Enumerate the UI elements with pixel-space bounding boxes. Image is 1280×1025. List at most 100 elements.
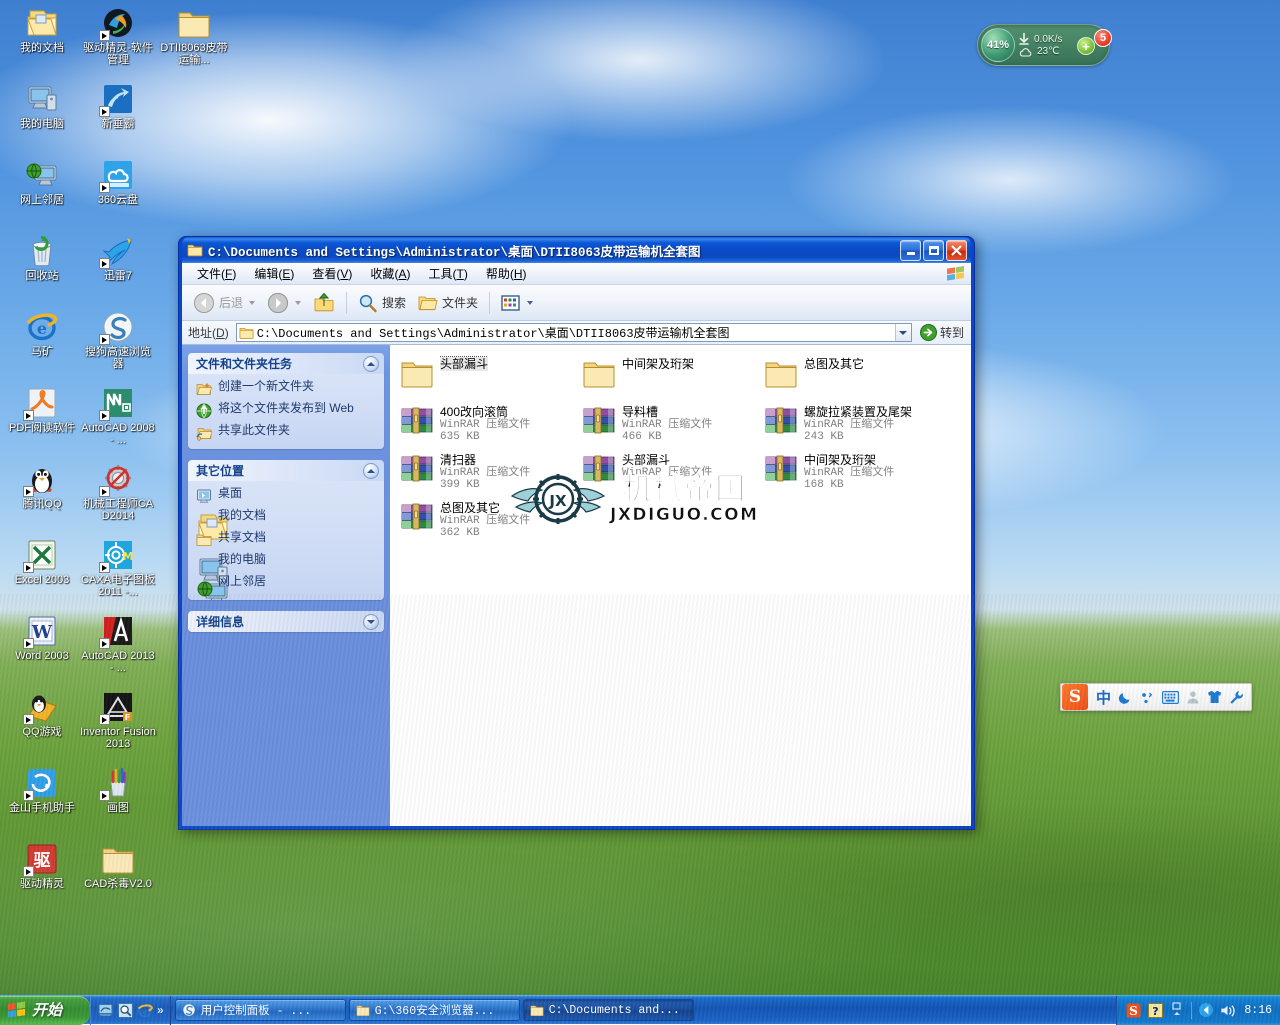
internet-explorer-icon[interactable]: e (137, 1002, 153, 1018)
netmon-add-button[interactable]: + (1077, 37, 1095, 55)
address-input[interactable]: C:\Documents and Settings\Administrator\… (235, 323, 912, 342)
task-pane-header[interactable]: 详细信息 (188, 611, 384, 632)
moon-icon[interactable] (1118, 690, 1133, 705)
views-caret-icon[interactable] (527, 300, 534, 305)
file-item[interactable]: 清扫器 WinRAR 压缩文件 399 KB (396, 449, 578, 495)
desktop-icon[interactable]: 网上邻居 (4, 158, 80, 224)
menu-item[interactable]: 编辑(E) (245, 263, 303, 284)
window-titlebar[interactable]: C:\Documents and Settings\Administrator\… (182, 237, 971, 263)
task-pane-link[interactable]: 共享文档 (196, 531, 376, 548)
forward-caret-icon[interactable] (295, 300, 302, 305)
desktop-background[interactable]: 我的文档 我的电脑 网上邻居 回收站 e 马矿 PDF阅读软件 腾讯QQ Excel 2003 W… (0, 0, 1280, 1025)
network-icon[interactable] (1198, 1002, 1214, 1018)
file-item[interactable]: 螺旋拉紧装置及尾架 WinRAR 压缩文件 243 KB (760, 401, 942, 447)
chevron-down-icon[interactable] (363, 613, 379, 630)
sogou-ime-toolbar[interactable]: S 中 (1060, 683, 1253, 711)
taskbar-clock[interactable]: 8:16 (1242, 1004, 1272, 1017)
explorer-window[interactable]: C:\Documents and Settings\Administrator\… (178, 236, 975, 830)
desktop-icon[interactable]: 搜狗高速浏览器 (80, 310, 156, 376)
task-pane-link[interactable]: 网上邻居 (196, 575, 376, 600)
file-item[interactable]: 总图及其它 WinRAR 压缩文件 362 KB (396, 497, 578, 543)
desktop-icon[interactable]: DTII8063皮带运输... (156, 6, 232, 72)
task-pane-link[interactable]: 将这个文件夹发布到 Web (196, 402, 376, 419)
file-item[interactable]: 导料槽 WinRAR 压缩文件 466 KB (578, 401, 760, 447)
desktop-icon[interactable]: e 马矿 (4, 310, 80, 376)
up-button[interactable] (308, 289, 340, 317)
maximize-button[interactable] (923, 239, 944, 261)
desktop-icon[interactable]: Excel 2003 (4, 538, 80, 604)
folder-item[interactable]: 总图及其它 (760, 353, 942, 399)
task-pane-header[interactable]: 文件和文件夹任务 (188, 353, 384, 374)
file-list[interactable]: 头部漏斗 中间架及珩架 总图及其它 400改向滚筒 WinRAR 压缩文件 635 KB… (390, 345, 971, 826)
file-item[interactable]: 400改向滚筒 WinRAR 压缩文件 635 KB (396, 401, 578, 447)
menu-item[interactable]: 工具(T) (419, 263, 476, 284)
keyboard-icon[interactable] (1162, 690, 1180, 704)
file-item[interactable]: 中间架及珩架 WinRAR 压缩文件 168 KB (760, 449, 942, 495)
back-caret-icon[interactable] (249, 300, 256, 305)
search-button[interactable]: 搜索 (353, 290, 411, 316)
taskbar-task-button[interactable]: C:\Documents and... (522, 999, 694, 1021)
network-monitor-widget[interactable]: 41% 0.0K/s 23℃ + 5 (977, 24, 1112, 66)
netmon-badge[interactable]: 5 (1094, 29, 1112, 47)
go-button[interactable]: 转到 (916, 324, 968, 341)
punctuation-icon[interactable] (1140, 690, 1155, 705)
desktop-icon[interactable]: 腾讯QQ (4, 462, 80, 528)
address-dropdown-button[interactable] (894, 324, 911, 341)
forward-button[interactable] (262, 289, 306, 317)
desktop-icon[interactable]: CAD杀毒V2.0 (80, 842, 156, 908)
desktop-icon[interactable]: M CAXA电子图板2011 -... (80, 538, 156, 604)
desktop-icon[interactable]: 金山手机助手 (4, 766, 80, 832)
task-pane-link[interactable]: 共享此文件夹 (196, 424, 376, 441)
desktop-icon[interactable]: W Word 2003 (4, 614, 80, 680)
views-button[interactable] (496, 291, 538, 315)
folders-button[interactable]: 文件夹 (413, 291, 483, 315)
task-pane-link[interactable]: 我的文档 (196, 509, 376, 540)
desktop-icon[interactable]: AutoCAD 2013 - ... (80, 614, 156, 680)
desktop-icon[interactable]: 新垂霸 (80, 82, 156, 148)
task-pane-link[interactable]: 创建一个新文件夹 (196, 380, 376, 397)
start-button[interactable]: 开始 (0, 995, 90, 1025)
wrench-icon[interactable] (1229, 690, 1244, 705)
desktop-icon[interactable]: QQ游戏 (4, 690, 80, 756)
sogou-logo-icon[interactable]: S (1062, 684, 1088, 710)
taskbar-task-button[interactable]: 用户控制面板 - ... (174, 999, 346, 1021)
desktop-icon[interactable]: PDF阅读软件 (4, 386, 80, 452)
menu-item[interactable]: 查看(V) (303, 263, 361, 284)
search-icon[interactable] (117, 1002, 133, 1018)
taskbar-task-button[interactable]: G:\360安全浏览器... (348, 999, 520, 1021)
back-button[interactable]: 后退 (188, 289, 260, 317)
help-icon[interactable]: ? (1147, 1002, 1163, 1018)
desktop-icon[interactable]: 驱动精灵-软件管理 (80, 6, 156, 72)
task-pane-link[interactable]: 桌面 (196, 487, 376, 504)
desktop-icon[interactable]: 机械工程师CAD2014 (80, 462, 156, 528)
ime-mode-button[interactable]: 中 (1096, 687, 1111, 708)
close-button[interactable] (946, 239, 967, 261)
chevron-up-icon[interactable] (363, 462, 379, 479)
user-icon[interactable] (1186, 690, 1200, 704)
show-desktop-icon[interactable] (97, 1002, 113, 1018)
menu-item[interactable]: 收藏(A) (361, 263, 419, 284)
menu-item[interactable]: 帮助(H) (477, 263, 536, 284)
menu-item[interactable]: 文件(F) (188, 263, 245, 284)
desktop-icon[interactable]: 画图 (80, 766, 156, 832)
desktop-icon[interactable]: 我的电脑 (4, 82, 80, 148)
folder-item[interactable]: 头部漏斗 (396, 353, 578, 399)
minimize-button[interactable] (900, 239, 921, 261)
task-pane-header[interactable]: 其它位置 (188, 460, 384, 481)
desktop-icon[interactable]: 迅雷7 (80, 234, 156, 300)
quicklaunch-more-icon[interactable]: » (157, 1003, 164, 1017)
task-pane-link[interactable]: 我的电脑 (196, 553, 376, 583)
folder-item[interactable]: 中间架及珩架 (578, 353, 760, 399)
desktop-icon[interactable]: 驱驱动精灵 (4, 842, 80, 908)
volume-icon[interactable] (1220, 1002, 1236, 1018)
desktop-icon[interactable]: 360云盘 (80, 158, 156, 224)
file-item[interactable]: 头部漏斗 WinRAR 压缩文件 (578, 449, 760, 495)
chevron-up-icon[interactable] (363, 355, 379, 372)
desktop-icon[interactable]: AutoCAD 2008 - ... (80, 386, 156, 452)
desktop-icon[interactable]: 我的文档 (4, 6, 80, 72)
tray-expand-icon[interactable] (1169, 1002, 1185, 1018)
sogou-icon[interactable]: S (1125, 1002, 1141, 1018)
skin-icon[interactable] (1207, 690, 1222, 704)
desktop-icon[interactable]: F Inventor Fusion 2013 (80, 690, 156, 756)
desktop-icon[interactable]: 回收站 (4, 234, 80, 300)
